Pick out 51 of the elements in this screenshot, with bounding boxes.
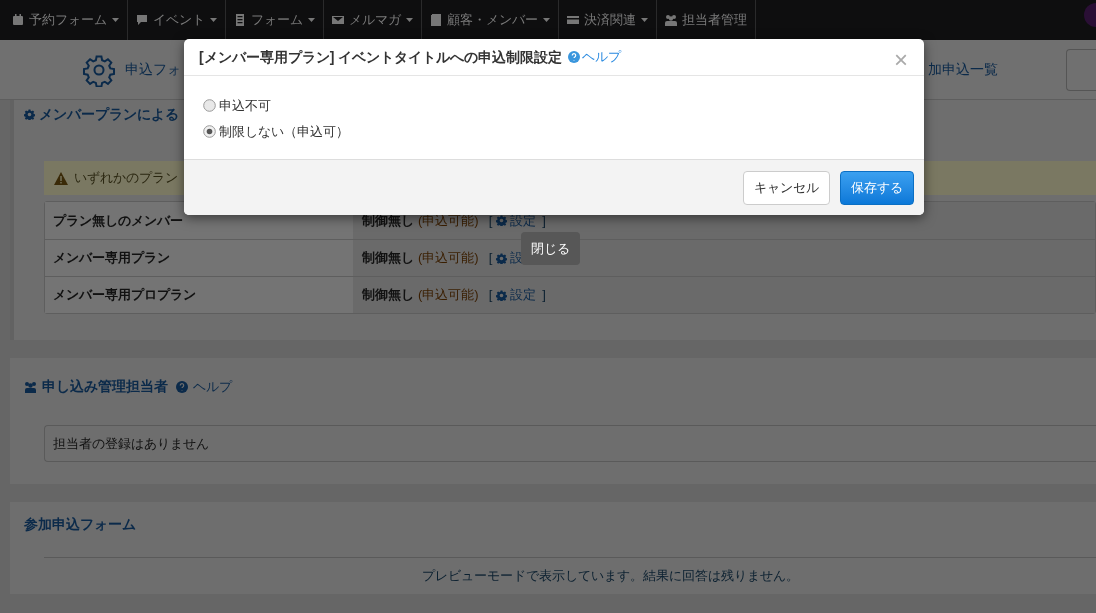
help-icon xyxy=(568,51,581,63)
status-text: 制御無し xyxy=(362,211,414,230)
status-text: 制御無し xyxy=(362,249,414,268)
table-cell: メンバー専用プロプラン xyxy=(45,277,353,313)
gear-icon xyxy=(496,252,508,264)
users-icon xyxy=(665,14,677,26)
calendar-icon xyxy=(12,14,24,26)
bracket-text: [ xyxy=(488,286,493,305)
close-button[interactable]: × xyxy=(894,48,908,72)
settings-link[interactable]: 設 xyxy=(496,248,524,268)
status-note: (申込可能) xyxy=(418,249,479,268)
help-link[interactable]: ヘルプ xyxy=(193,376,232,397)
settings-link[interactable]: 設定 xyxy=(496,285,537,305)
document-icon xyxy=(234,14,246,26)
status-text: 制御無し xyxy=(362,286,414,305)
status-note: (申込可能) xyxy=(418,211,479,230)
envelope-icon xyxy=(332,14,344,26)
status-note: (申込可能) xyxy=(418,286,479,305)
gear-icon xyxy=(496,289,508,301)
radio-label: 申込不可 xyxy=(219,97,271,115)
section-title: メンバープランによる xyxy=(39,105,179,124)
gear-icon xyxy=(496,215,508,226)
help-link[interactable]: ヘルプ xyxy=(582,47,622,67)
credit-card-icon xyxy=(567,14,579,26)
table-cell: メンバー専用プラン xyxy=(45,240,353,276)
tooltip: 閉じる xyxy=(521,232,580,265)
empty-message: 担当者の登録はありません xyxy=(53,434,209,453)
section-title: 参加申込フォーム xyxy=(24,515,137,534)
speech-bubble-icon xyxy=(136,14,148,26)
radio-button[interactable] xyxy=(203,99,216,113)
warning-text: いずれかのプラン xyxy=(74,169,178,188)
toolbar-button[interactable] xyxy=(1066,48,1096,91)
cancel-button[interactable]: キャンセル xyxy=(743,170,830,205)
warning-icon xyxy=(54,171,68,185)
tab-link[interactable]: 申込フォ xyxy=(125,59,181,80)
tab-link[interactable]: 加申込一覧 xyxy=(928,59,998,80)
settings-link[interactable]: 設定 xyxy=(496,210,537,231)
help-icon xyxy=(176,380,188,393)
radio-button[interactable] xyxy=(203,124,216,138)
save-button[interactable]: 保存する xyxy=(840,170,914,205)
gear-icon xyxy=(24,109,35,120)
modal-title: [メンバー専用プラン] イベントタイトルへの申込制限設定 xyxy=(199,47,563,67)
bracket-text: [ xyxy=(488,211,493,230)
bracket-text: ] xyxy=(542,286,546,305)
preview-notice: プレビューモードで表示しています。結果に回答は残りません。 xyxy=(420,567,799,585)
bracket-text: [ xyxy=(488,249,493,268)
users-icon xyxy=(24,380,37,393)
book-icon xyxy=(430,14,442,26)
radio-label: 制限しない（申込可） xyxy=(219,122,349,141)
bracket-text: ] xyxy=(542,211,546,230)
section-title: 申し込み管理担当者 xyxy=(42,377,168,396)
